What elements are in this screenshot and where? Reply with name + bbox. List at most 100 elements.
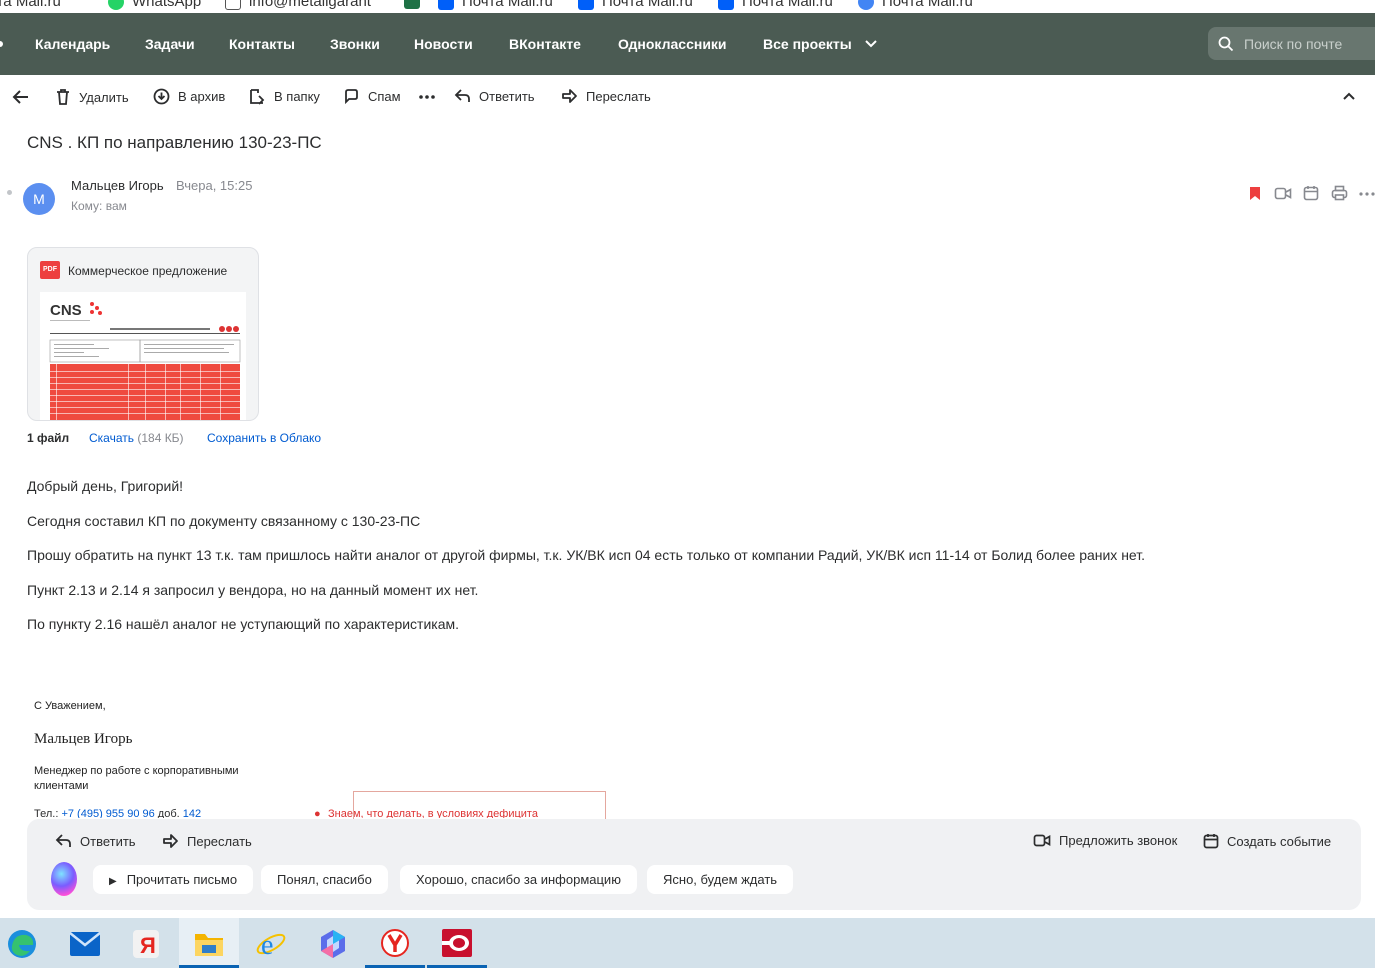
reply-button[interactable]: Ответить [454,88,535,104]
panel-forward-button[interactable]: Переслать [162,833,252,849]
preview-logo: CNS [50,302,82,319]
attachment-card[interactable]: PDF Коммерческое предложение CNS [27,247,259,421]
nav-contacts[interactable]: Контакты [229,36,295,52]
back-arrow-icon[interactable] [12,89,30,105]
bookmarks-bar: Почта Mail.ru WhatsApp info@metallgarant… [0,0,1375,13]
play-icon: ▶ [109,876,117,887]
create-event-button[interactable]: Создать событие [1203,833,1331,849]
yandex-browser-icon: Я [133,930,159,958]
svg-text:Я: Я [140,933,156,958]
spam-icon [345,89,358,105]
avatar[interactable]: М [23,183,55,215]
quick-reply-chip[interactable]: Ясно, будем ждать [647,865,794,894]
doc-icon [225,0,241,10]
calendar-icon[interactable] [1303,185,1319,201]
taskbar-app-active[interactable] [179,918,239,968]
files-summary: 1 файл [27,431,70,445]
unread-indicator[interactable] [7,190,12,195]
spam-button[interactable]: Спам [343,88,401,105]
video-call-icon [1033,834,1051,847]
taskbar-app[interactable] [365,918,425,968]
nav-tasks[interactable]: Задачи [145,36,195,52]
whatsapp-icon [108,0,124,10]
bookmark-flag-icon[interactable] [1249,186,1261,201]
reply-panel: Ответить Переслать Предложить звонок Соз… [27,819,1361,910]
reply-icon [55,834,71,847]
search-icon [1218,36,1234,52]
signature-name: Мальцев Игорь [34,731,133,747]
move-folder-icon [250,89,265,105]
quick-reply-chip[interactable]: Хорошо, спасибо за информацию [400,865,637,894]
body-paragraph: Прошу обратить на пункт 13 т.к. там приш… [27,547,1146,563]
bookmark-item[interactable]: Почта Mail.ru [578,0,693,10]
nav-all-projects[interactable]: Все проекты [763,36,852,52]
print-icon[interactable] [1331,185,1348,201]
nav-calendar[interactable]: Календарь [35,36,110,52]
nav-vkontakte[interactable]: ВКонтакте [509,36,581,52]
taskbar-app[interactable]: e [241,918,301,968]
delete-button[interactable]: Удалить [55,88,129,106]
phone-link[interactable]: +7 (495) 955 90 96 [61,808,154,818]
top-navigation: Календарь Задачи Контакты Звонки Новости… [0,13,1375,75]
ext-link[interactable]: 142 [183,808,201,818]
excel-icon [404,0,420,9]
body-paragraph: Добрый день, Григорий! [27,478,184,494]
app-red-icon [442,929,472,957]
chevron-up-icon[interactable] [1342,91,1356,101]
bookmark-item[interactable]: Почта Mail.ru [438,0,553,10]
more-dots-icon[interactable] [419,95,435,99]
message-view: Удалить В архив В папку Спам Ответить Пе… [0,75,1375,918]
nav-odnoklassniki[interactable]: Одноклассники [618,36,727,52]
video-call-icon[interactable] [1274,186,1292,201]
yandex-icon [381,929,409,957]
download-link[interactable]: Скачать (184 КБ) [89,431,184,445]
signature-role: клиентами [34,780,89,792]
mailru-icon [438,0,454,10]
bookmark-item[interactable]: WhatsApp [108,0,201,10]
bookmark-item[interactable]: Почта Mail.ru [858,0,973,10]
move-to-folder-button[interactable]: В папку [248,88,320,105]
file-explorer-icon [195,934,223,956]
forward-icon [163,834,178,848]
ai-assistant-icon[interactable] [51,862,77,896]
nav-calls[interactable]: Звонки [330,36,380,52]
taskbar-app[interactable] [0,918,60,968]
trash-icon [57,89,69,105]
signature-banner[interactable] [353,791,606,819]
body-paragraph: Сегодня составил КП по документу связанн… [27,513,421,529]
nav-news[interactable]: Новости [414,36,473,52]
taskbar: Я e [0,918,1375,968]
pdf-preview-thumbnail: CNS [49,302,241,420]
taskbar-app[interactable] [303,918,363,968]
bookmark-item[interactable]: info@metallgarant [225,0,371,10]
bookmark-item[interactable]: Почта Mail.ru [718,0,833,10]
more-options-icon[interactable] [1359,192,1375,196]
archive-icon [153,88,170,105]
message-time: Вчера, 15:25 [176,178,253,193]
internet-explorer-icon: e [256,930,286,960]
mailru-icon [578,0,594,10]
taskbar-app[interactable] [57,918,117,968]
attachment-preview[interactable]: CNS [40,292,246,420]
bookmark-item[interactable] [404,0,420,9]
taskbar-app[interactable] [427,918,487,968]
bookmark-item[interactable]: Почта Mail.ru [0,0,61,10]
edge-icon [8,930,36,958]
reply-icon [454,89,470,102]
nav-dot [0,41,3,47]
archive-button[interactable]: В архив [153,88,225,105]
search-input[interactable]: Поиск по почте [1208,27,1375,60]
taskbar-app[interactable]: Я [117,918,177,968]
suggest-call-button[interactable]: Предложить звонок [1033,833,1177,848]
save-to-cloud-link[interactable]: Сохранить в Облако [207,431,321,445]
recipients[interactable]: Кому: вам [71,199,127,213]
sender-name[interactable]: Мальцев Игорь [71,178,164,193]
read-aloud-button[interactable]: ▶ Прочитать письмо [93,865,254,894]
attachment-name: Коммерческое предложение [68,264,228,278]
quick-reply-chip[interactable]: Понял, спасибо [261,865,388,894]
chevron-down-icon[interactable] [864,39,878,49]
forward-button[interactable]: Переслать [561,88,651,104]
signature-greeting: С Уважением, [34,700,106,712]
body-paragraph: По пункту 2.16 нашёл аналог не уступающи… [27,616,460,632]
panel-reply-button[interactable]: Ответить [55,833,136,849]
